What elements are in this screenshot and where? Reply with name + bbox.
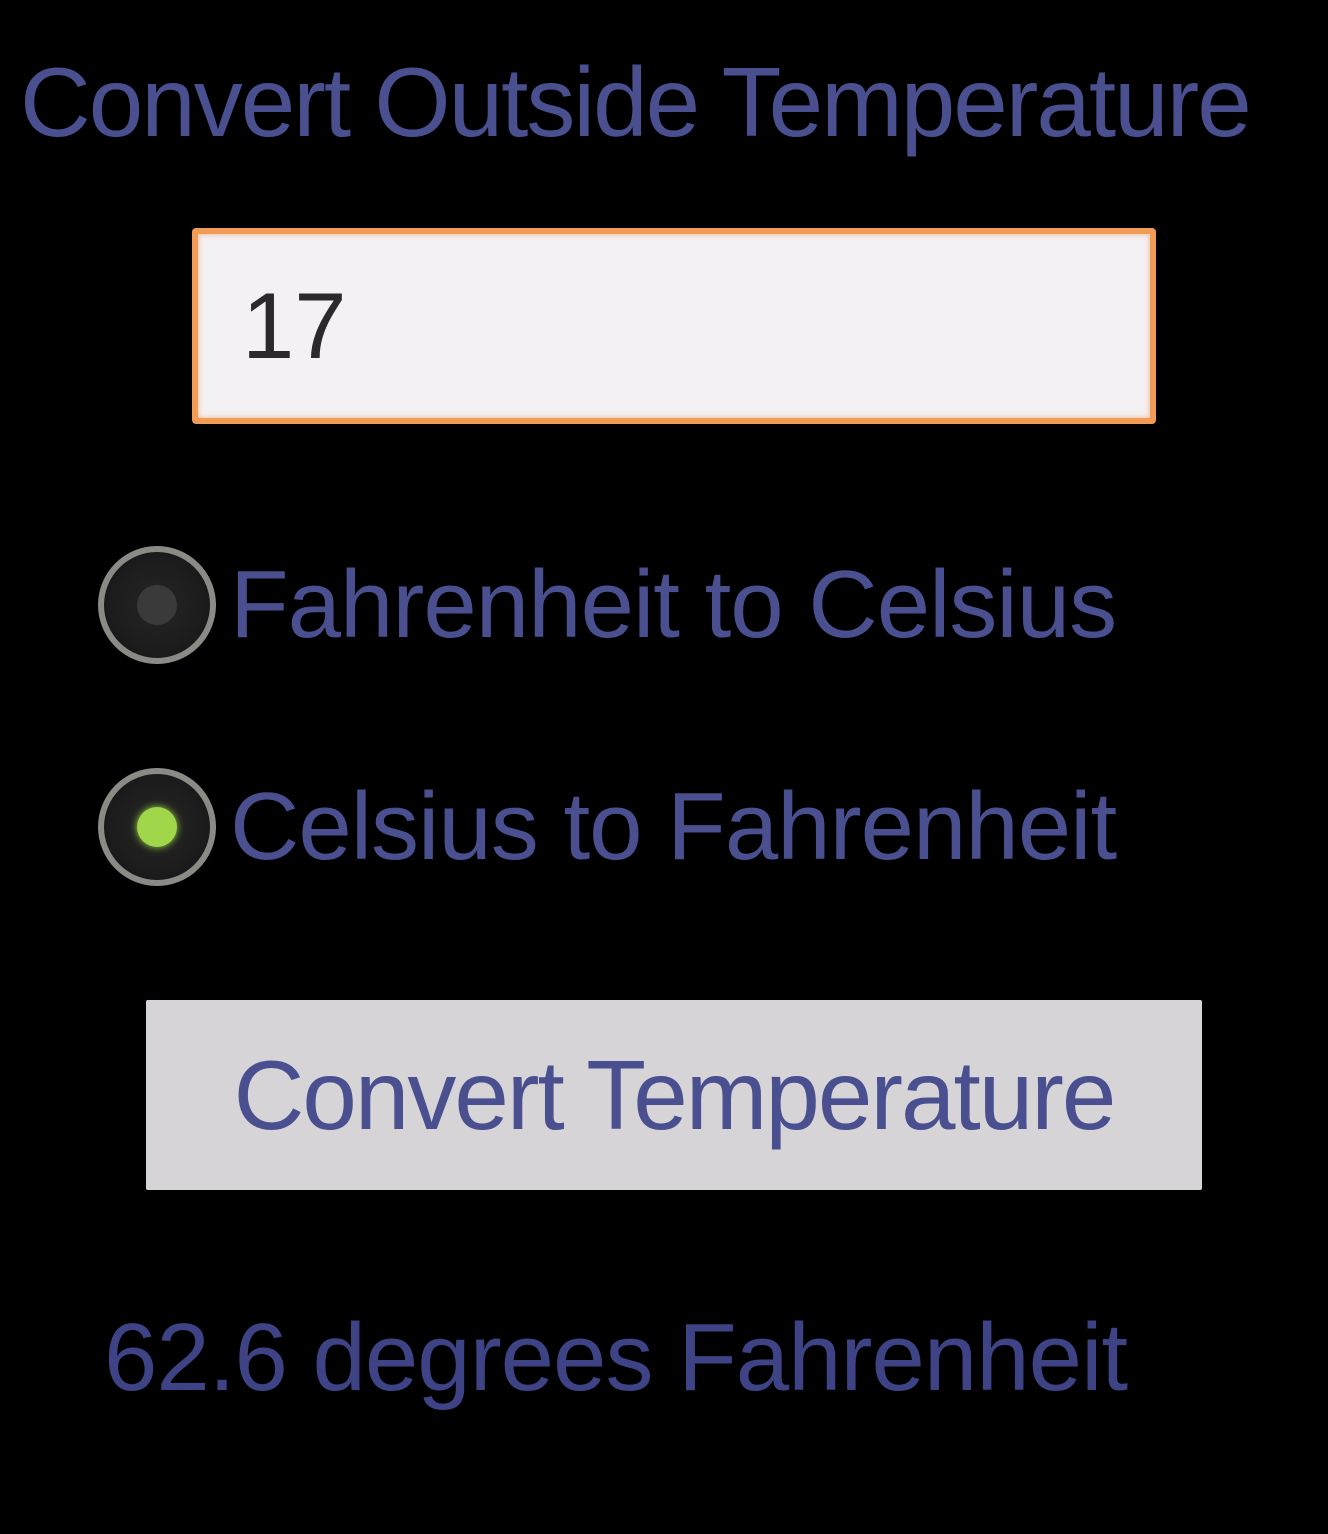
page-title: Convert Outside Temperature [20,47,1252,157]
radio-button-selected-icon[interactable] [98,768,216,886]
app-screen: Convert Outside Temperature Fahrenheit t… [0,0,1328,1534]
radio-fahrenheit-to-celsius[interactable]: Fahrenheit to Celsius [98,540,1278,670]
result-text: 62.6 degrees Fahrenheit [104,1304,1128,1411]
radio-label-celsius-to-fahrenheit[interactable]: Celsius to Fahrenheit [230,767,1117,887]
convert-temperature-button[interactable]: Convert Temperature [146,1000,1202,1190]
radio-button-unselected-icon[interactable] [98,546,216,664]
radio-dot [137,585,177,625]
radio-dot [137,807,177,847]
radio-celsius-to-fahrenheit[interactable]: Celsius to Fahrenheit [98,762,1278,892]
radio-label-fahrenheit-to-celsius[interactable]: Fahrenheit to Celsius [230,545,1117,665]
temperature-input[interactable] [192,228,1156,424]
